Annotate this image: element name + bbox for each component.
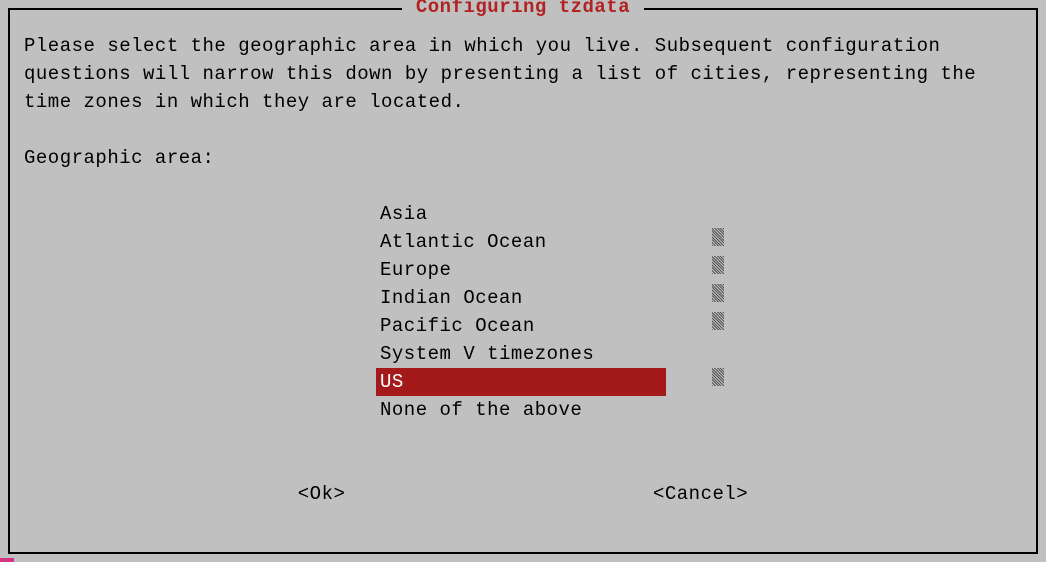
list-item[interactable]: Atlantic Ocean	[376, 228, 666, 256]
scroll-notch	[712, 312, 724, 330]
ok-button[interactable]: <Ok>	[290, 480, 354, 508]
cancel-button[interactable]: <Cancel>	[645, 480, 756, 508]
list-item[interactable]: Europe	[376, 256, 666, 284]
list-item[interactable]: System V timezones	[376, 340, 666, 368]
cursor-bar	[0, 558, 14, 562]
scrollbar[interactable]	[712, 228, 726, 396]
list-item[interactable]: Pacific Ocean	[376, 312, 666, 340]
list-item-selected[interactable]: US	[376, 368, 666, 396]
scroll-notch	[712, 256, 724, 274]
list-item[interactable]: Asia	[376, 200, 666, 228]
scroll-notch	[712, 228, 724, 246]
list-item[interactable]: Indian Ocean	[376, 284, 666, 312]
list-item[interactable]: None of the above	[376, 396, 666, 424]
dialog-prompt: Geographic area:	[24, 144, 1022, 172]
button-row: <Ok> <Cancel>	[24, 480, 1022, 508]
dialog-title: Configuring tzdata	[402, 0, 644, 18]
config-dialog: Configuring tzdata Please select the geo…	[8, 8, 1038, 554]
scroll-notch	[712, 368, 724, 386]
geographic-area-list[interactable]: Asia Atlantic Ocean Europe Indian Ocean …	[376, 200, 726, 424]
scroll-notch	[712, 284, 724, 302]
dialog-description: Please select the geographic area in whi…	[24, 32, 1022, 116]
